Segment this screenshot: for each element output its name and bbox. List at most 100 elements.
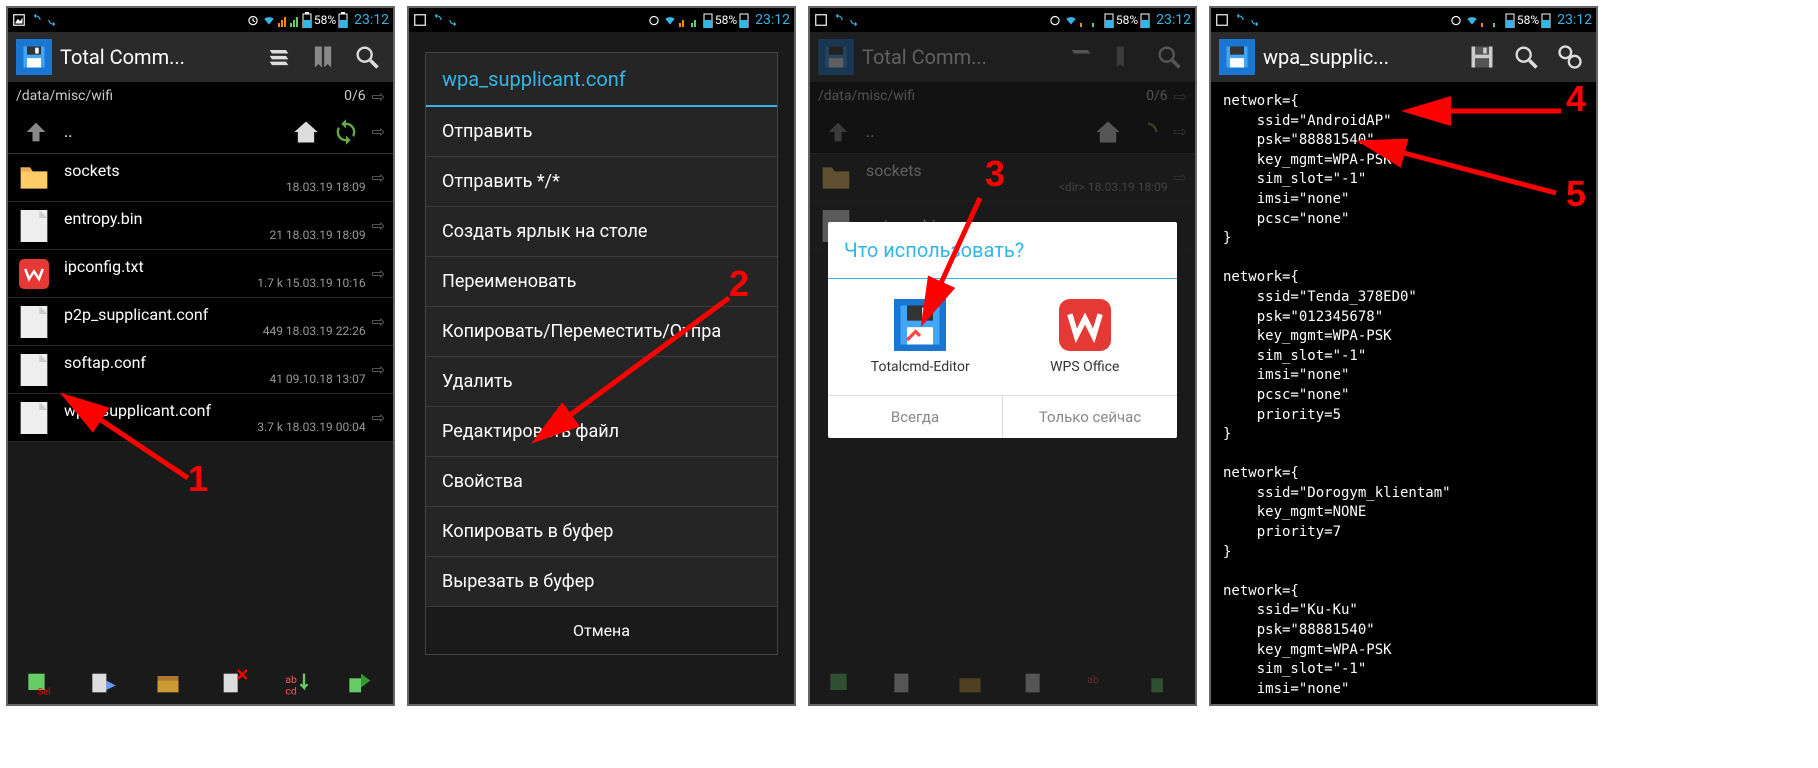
path: /data/misc/wifi xyxy=(16,88,344,104)
path-bar: /data/misc/wifi 0/6 ⇨ xyxy=(810,82,1195,110)
arrow-icon[interactable]: ⇨ xyxy=(372,122,385,141)
status-bar: 58% 23:12 xyxy=(810,8,1195,32)
app-title: Total Comm... xyxy=(862,45,1055,69)
time: 23:12 xyxy=(354,12,389,28)
editor-content[interactable]: network={ ssid="AndroidAP" psk="88881540… xyxy=(1211,82,1596,704)
action-bar: Total Comm... xyxy=(8,32,393,82)
menu-item[interactable]: Создать ярлык на столе xyxy=(426,207,777,257)
menu-item[interactable]: Отправить xyxy=(426,107,777,157)
file-name: wpa_supplicant.conf xyxy=(64,401,366,420)
bottom-bar: Sel ✕ abcd xyxy=(8,662,393,704)
action-bar: Total Comm... xyxy=(810,32,1195,82)
counter: 0/6 xyxy=(344,88,366,104)
app-chooser: Что использовать? Totalcmd-Editor WPS Of… xyxy=(828,222,1177,438)
menu-item[interactable]: Переименовать xyxy=(426,257,777,307)
file-meta: 41 09.10.18 13:07 xyxy=(64,372,366,386)
app-title: wpa_supplic... xyxy=(1263,45,1456,69)
screen-3: 58% 23:12 Total Comm... /data/misc/wifi … xyxy=(808,6,1197,706)
file-item[interactable]: p2p_supplicant.conf449 18.03.19 22:26⇨ xyxy=(8,298,393,346)
settings-icon[interactable] xyxy=(1552,39,1588,75)
file-icon xyxy=(16,208,52,244)
image-icon xyxy=(1215,13,1229,27)
search-icon[interactable] xyxy=(1508,39,1544,75)
once-button[interactable]: Только сейчас xyxy=(1003,396,1177,438)
app-icon[interactable] xyxy=(1219,39,1255,75)
signal-icon xyxy=(1092,13,1102,27)
bookmarks-icon[interactable] xyxy=(305,39,341,75)
menu-item[interactable]: Вырезать в буфер xyxy=(426,557,777,607)
file-name: softap.conf xyxy=(64,353,366,372)
file-item[interactable]: softap.conf41 09.10.18 13:07 ⇨ xyxy=(8,346,393,394)
svg-text:ab: ab xyxy=(1087,673,1099,686)
signal-icon xyxy=(691,13,701,27)
file-icon xyxy=(16,160,52,196)
file-name: ipconfig.txt xyxy=(64,257,366,276)
sync-icon xyxy=(831,13,845,27)
arrow-icon[interactable]: ⇨ xyxy=(372,264,385,283)
menu-item[interactable]: Свойства xyxy=(426,457,777,507)
arrow-icon[interactable]: ⇨ xyxy=(372,216,385,235)
app-label: Totalcmd-Editor xyxy=(838,359,1003,375)
always-button[interactable]: Всегда xyxy=(828,396,1003,438)
file-item[interactable]: ipconfig.txt1.7 k 15.03.19 10:16⇨ xyxy=(8,250,393,298)
battery-icon xyxy=(703,12,713,28)
zip-icon[interactable] xyxy=(150,665,186,701)
up-icon[interactable] xyxy=(16,112,56,152)
sync-icon xyxy=(848,13,862,27)
arrow-icon[interactable]: ⇨ xyxy=(372,168,385,187)
chooser-app-wps[interactable]: WPS Office xyxy=(1003,299,1168,375)
file-meta: 18.03.19 18:09 xyxy=(64,180,366,194)
menu-item[interactable]: Удалить xyxy=(426,357,777,407)
status-bar: 58% 23:12 xyxy=(8,8,393,32)
menu-item[interactable]: Копировать/Переместить/Отпра xyxy=(426,307,777,357)
sync-icon xyxy=(1249,13,1263,27)
exit-icon[interactable] xyxy=(343,665,379,701)
battery-icon xyxy=(302,12,312,28)
cancel-button[interactable]: Отмена xyxy=(426,607,777,654)
alarm-icon xyxy=(1048,13,1062,27)
menu-item[interactable]: Редактировать файл xyxy=(426,407,777,457)
menu-item[interactable]: Копировать в буфер xyxy=(426,507,777,557)
svg-text:Sel: Sel xyxy=(38,687,51,697)
save-icon[interactable] xyxy=(1464,39,1500,75)
signal-icon xyxy=(679,13,689,27)
file-item[interactable]: sockets 18.03.19 18:09 ⇨ xyxy=(8,154,393,202)
status-bar: 58% 23:12 xyxy=(409,8,794,32)
delete-icon[interactable]: ✕ xyxy=(215,665,251,701)
screen-2: 58% 23:12 wpa_supplicant.conf ОтправитьО… xyxy=(407,6,796,706)
app-label: WPS Office xyxy=(1003,359,1168,375)
search-icon[interactable] xyxy=(349,39,385,75)
app-title: Total Comm... xyxy=(60,45,253,69)
sync-icon xyxy=(29,13,43,27)
battery-text: 58% xyxy=(314,13,336,27)
refresh-icon[interactable] xyxy=(326,112,366,152)
file-item[interactable]: wpa_supplicant.conf3.7 k 18.03.19 00:04⇨ xyxy=(8,394,393,442)
app-icon[interactable] xyxy=(16,39,52,75)
battery-text: 58% xyxy=(1517,13,1539,27)
arrow-icon[interactable]: ⇨ xyxy=(372,312,385,331)
file-item[interactable]: entropy.bin21 18.03.19 18:09⇨ xyxy=(8,202,393,250)
nav-row: .. ⇨ xyxy=(8,110,393,154)
history-icon[interactable] xyxy=(261,39,297,75)
arrow-icon[interactable]: ⇨ xyxy=(372,87,385,106)
copy-icon[interactable] xyxy=(86,665,122,701)
menu-item[interactable]: Отправить */* xyxy=(426,157,777,207)
chooser-app-totalcmd[interactable]: Totalcmd-Editor xyxy=(838,299,1003,375)
file-name: sockets xyxy=(64,161,366,180)
image-icon xyxy=(814,13,828,27)
parent-dir[interactable]: .. xyxy=(64,122,72,141)
arrow-icon[interactable]: ⇨ xyxy=(372,360,385,379)
alarm-icon xyxy=(647,13,661,27)
battery-icon xyxy=(1541,12,1551,28)
sync-icon xyxy=(46,13,60,27)
signal-icon xyxy=(1493,13,1503,27)
select-icon[interactable]: Sel xyxy=(22,665,58,701)
sort-icon[interactable]: abcd xyxy=(279,665,315,701)
image-icon xyxy=(12,13,26,27)
home-icon[interactable] xyxy=(286,112,326,152)
file-icon xyxy=(16,400,52,436)
battery-icon xyxy=(1104,12,1114,28)
battery-icon xyxy=(1140,12,1150,28)
arrow-icon[interactable]: ⇨ xyxy=(372,408,385,427)
battery-icon xyxy=(338,12,348,28)
